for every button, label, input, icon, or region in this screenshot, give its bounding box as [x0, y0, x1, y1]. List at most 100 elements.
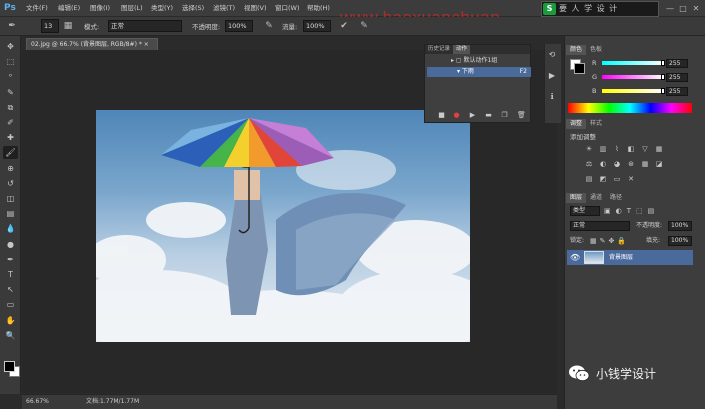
b-slider-knob[interactable] [661, 88, 665, 94]
b-slider[interactable] [602, 89, 664, 93]
marquee-icon[interactable]: ⬚ [3, 55, 18, 68]
g-slider[interactable] [602, 75, 664, 79]
clone-stamp-icon[interactable]: ⊕ [3, 162, 18, 175]
pen-icon[interactable]: ✒ [3, 253, 18, 266]
brush-panel-icon[interactable]: ▦ [62, 20, 74, 32]
info-panel-icon[interactable]: ℹ [546, 91, 558, 103]
curves-icon[interactable]: ⌇ [612, 145, 622, 154]
menu-window[interactable]: 窗口(W) [275, 3, 300, 14]
menu-view[interactable]: 视图(V) [244, 3, 267, 14]
g-slider-knob[interactable] [661, 74, 665, 80]
eyedropper-icon[interactable]: ✐ [3, 116, 18, 129]
b-value[interactable]: 255 [666, 87, 688, 96]
healing-icon[interactable]: ✚ [3, 131, 18, 144]
menu-layer[interactable]: 图层(L) [121, 3, 143, 14]
tab-layers[interactable]: 图层 [566, 193, 587, 203]
flow-field[interactable]: 100% [303, 20, 331, 32]
dodge-icon[interactable]: ● [3, 238, 18, 251]
menu-image[interactable]: 图像(I) [90, 3, 110, 14]
tab-channels[interactable]: 通道 [586, 193, 606, 203]
bw-icon[interactable]: ◐ [598, 160, 608, 169]
tab-paths[interactable]: 路径 [606, 193, 626, 203]
vibrance-icon[interactable]: ▽ [640, 145, 650, 154]
shape-icon[interactable]: ▭ [3, 298, 18, 311]
zoom-icon[interactable]: 🔍 [3, 329, 18, 342]
menu-edit[interactable]: 编辑(E) [58, 3, 80, 14]
history-brush-icon[interactable]: ↺ [3, 177, 18, 190]
lock-icons[interactable]: ▦✎✥🔒 [590, 236, 629, 246]
layer-kind-filter[interactable]: 类型 [570, 206, 600, 216]
action-row-selected[interactable]: ▾ 下雨 F2 [427, 67, 531, 77]
posterize-icon[interactable]: ▤ [584, 175, 594, 184]
record-icon[interactable]: ● [452, 111, 461, 119]
minimize-icon[interactable]: — [664, 3, 676, 14]
brush-icon[interactable]: 🖌 [3, 146, 18, 160]
brightness-icon[interactable]: ☀ [584, 145, 594, 154]
color-balance-icon[interactable]: ⚖ [584, 160, 594, 169]
color-spectrum-bar[interactable] [568, 103, 692, 113]
opacity-field[interactable]: 100% [225, 20, 253, 32]
threshold-icon[interactable]: ◩ [598, 175, 608, 184]
new-set-icon[interactable]: ▬ [484, 111, 493, 119]
maximize-icon[interactable]: □ [677, 3, 689, 14]
gradient-icon[interactable]: ▤ [3, 207, 18, 220]
menu-select[interactable]: 选择(S) [182, 3, 204, 14]
tab-adjustments[interactable]: 调整 [566, 119, 587, 129]
layer-blend-mode[interactable]: 正常 [570, 221, 630, 231]
r-slider[interactable] [602, 61, 664, 65]
move-icon[interactable]: ✥ [3, 40, 18, 53]
tab-styles[interactable]: 样式 [586, 119, 606, 129]
quick-select-icon[interactable]: ✎ [3, 86, 18, 99]
type-icon[interactable]: T [3, 268, 18, 281]
exposure-icon[interactable]: ◧ [626, 145, 636, 154]
lasso-icon[interactable]: ᵒ [3, 70, 18, 83]
panel-foreground-swatch[interactable] [574, 63, 585, 74]
photo-filter-icon[interactable]: ◕ [612, 160, 622, 169]
layer-opacity-field[interactable]: 100% [668, 221, 692, 231]
menu-type[interactable]: 类型(Y) [151, 3, 173, 14]
g-value[interactable]: 255 [666, 73, 688, 82]
hand-icon[interactable]: ✋ [3, 314, 18, 327]
pressure-size-icon[interactable]: ✎ [358, 20, 370, 32]
tool-preset-brush-icon[interactable]: ✒ [6, 20, 18, 32]
tab-swatches[interactable]: 色板 [586, 45, 606, 55]
airbrush-icon[interactable]: ✔ [338, 20, 350, 32]
brush-size-field[interactable]: 13 [41, 19, 59, 33]
r-value[interactable]: 255 [666, 59, 688, 68]
invert-icon[interactable]: ◪ [654, 160, 664, 169]
gradient-map-icon[interactable]: ▭ [612, 175, 622, 184]
color-lookup-icon[interactable]: ▦ [640, 160, 650, 169]
hue-sat-icon[interactable]: ▦ [654, 145, 664, 154]
path-select-icon[interactable]: ↖ [3, 283, 18, 296]
foreground-color-swatch[interactable] [4, 361, 15, 372]
close-icon[interactable]: ✕ [690, 3, 702, 14]
blur-icon[interactable]: 💧 [3, 222, 18, 235]
menu-help[interactable]: 帮助(H) [307, 3, 330, 14]
play-icon[interactable]: ▶ [468, 111, 477, 119]
menu-file[interactable]: 文件(F) [26, 3, 48, 14]
canvas-image[interactable] [96, 110, 470, 342]
channel-mixer-icon[interactable]: ⊛ [626, 160, 636, 169]
eraser-icon[interactable]: ◫ [3, 192, 18, 205]
menu-filter[interactable]: 滤镜(T) [213, 3, 235, 14]
zoom-level[interactable]: 66.67% [26, 397, 49, 407]
layer-filter-icons[interactable]: ▣◐T⬚▤ [604, 206, 692, 216]
pressure-opacity-icon[interactable]: ✎ [263, 20, 275, 32]
visibility-eye-icon[interactable]: 👁 [570, 253, 580, 262]
actions-panel-icon[interactable]: ▶ [546, 70, 558, 82]
mode-select[interactable]: 正常 [108, 20, 182, 32]
tab-history[interactable]: 历史记录 [425, 45, 453, 54]
tab-color[interactable]: 颜色 [566, 45, 587, 55]
r-slider-knob[interactable] [661, 60, 665, 66]
delete-icon[interactable]: 🗑 [517, 111, 526, 119]
layer-fill-field[interactable]: 100% [668, 236, 692, 246]
tab-close-icon[interactable]: × [144, 41, 149, 48]
tab-actions[interactable]: 动作 [453, 45, 471, 54]
selective-color-icon[interactable]: ✕ [626, 175, 636, 184]
layer-name[interactable]: 背景图层 [609, 254, 633, 262]
document-tab[interactable]: 02.jpg @ 66.7% (背景图层, RGB/8#) * × [26, 38, 158, 50]
action-set-row[interactable]: ▸ ▢ 默认动作1组 [427, 56, 531, 66]
history-panel-icon[interactable]: ⟲ [546, 49, 558, 61]
stop-icon[interactable]: ■ [437, 111, 446, 119]
crop-icon[interactable]: ⧉ [3, 101, 18, 114]
